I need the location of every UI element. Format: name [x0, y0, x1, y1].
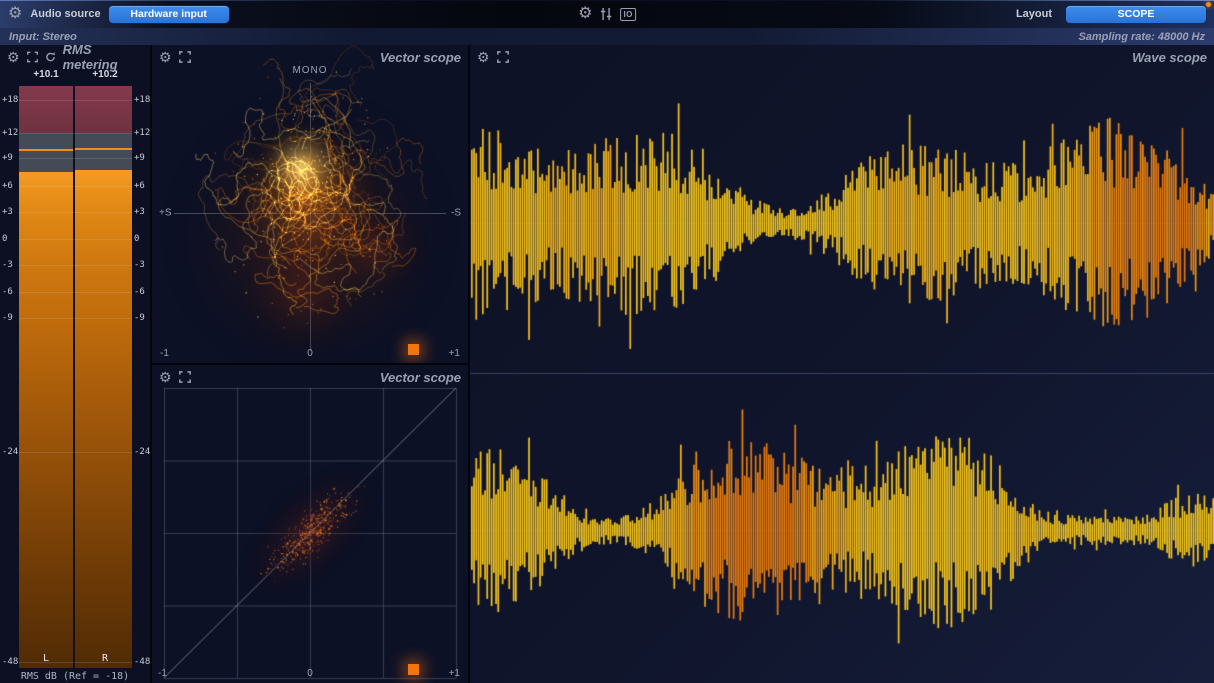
rms-settings-gear-icon[interactable]: ⚙ [7, 50, 20, 64]
rms-tick-left: -48 [2, 657, 18, 667]
rms-bar-left [19, 86, 73, 668]
rms-gray-zone [19, 133, 73, 172]
minus-s-axis-label: -S [451, 208, 461, 219]
vector-scope-polar-panel: ⚙ Vector scope MONO +S -S -1 0 +1 [152, 45, 468, 363]
rms-fullscreen-icon[interactable] [27, 51, 38, 63]
vector-polar-fullscreen-icon[interactable] [179, 51, 191, 63]
rms-fill-right [75, 170, 132, 668]
rms-tick-right: -24 [134, 447, 150, 457]
wave-display [470, 45, 1214, 683]
audio-source-label: Audio source [30, 8, 100, 20]
vector-polar-freeze-toggle[interactable] [408, 344, 419, 355]
rms-gray-zone [75, 133, 132, 170]
input-status-label: Input: Stereo [9, 31, 77, 43]
rms-gridline [19, 239, 132, 240]
rms-tick-left: +9 [2, 153, 13, 163]
rms-tick-left: -24 [2, 447, 18, 457]
x-axis-zero: 0 [152, 348, 468, 359]
io-routing-icon[interactable]: IO [620, 8, 635, 21]
sampling-rate-label: Sampling rate: 48000 Hz [1078, 31, 1205, 43]
rms-tick-right: +6 [134, 181, 145, 191]
rms-red-zone [19, 86, 73, 133]
rms-panel-title: RMS metering [63, 45, 143, 72]
vector-polar-header: ⚙ Vector scope [152, 45, 468, 69]
vector-lissajous-fullscreen-icon[interactable] [179, 371, 191, 383]
toolbar-right-group: Layout SCOPE [1016, 6, 1214, 23]
rms-tick-left: +3 [2, 207, 13, 217]
plus-s-axis-label: +S [159, 208, 172, 219]
vector-lissajous-header: ⚙ Vector scope [152, 365, 468, 389]
wave-panel-header: ⚙ Wave scope [470, 45, 1214, 69]
rms-tick-right: -6 [134, 287, 145, 297]
audio-source-settings-gear-icon[interactable]: ⚙ [8, 6, 22, 22]
layout-label: Layout [1016, 8, 1052, 20]
vector-lissajous-title: Vector scope [380, 370, 461, 385]
rms-peak-hold-right [75, 148, 132, 150]
toolbar-left-group: ⚙ Audio source Hardware input [0, 6, 229, 23]
rms-fill-left [19, 172, 73, 668]
rms-gridline [19, 100, 132, 101]
rms-gridline [19, 292, 132, 293]
x-axis-plus-one: +1 [449, 668, 460, 679]
vector-scope-lissajous-panel: ⚙ Vector scope -1 0 +1 [152, 365, 468, 683]
notification-dot [1206, 2, 1211, 7]
rms-tick-left: 0 [2, 234, 7, 244]
rms-tick-left: -9 [2, 313, 13, 323]
wave-scope-panel: ⚙ Wave scope [470, 45, 1214, 683]
rms-channel-label-right: R [78, 653, 132, 664]
mixer-sliders-icon[interactable] [599, 7, 613, 21]
vector-polar-display [152, 45, 468, 363]
rms-tick-left: -3 [2, 260, 13, 270]
rms-peak-hold-left [19, 149, 73, 151]
rms-gridline [19, 452, 132, 453]
rms-gridline [19, 133, 132, 134]
rms-metering-panel: ⚙ RMS metering +10.1 +10.2 [0, 45, 150, 683]
rms-tick-right: -48 [134, 657, 150, 667]
toolbar-center-group: ⚙ IO [578, 0, 636, 28]
status-subbar: Input: Stereo Sampling rate: 48000 Hz [0, 28, 1214, 45]
vector-lissajous-settings-gear-icon[interactable]: ⚙ [159, 370, 172, 384]
scope-layout-button[interactable]: SCOPE [1066, 6, 1206, 23]
top-toolbar: ⚙ Audio source Hardware input ⚙ IO Layou… [0, 0, 1214, 28]
rms-tick-left: +6 [2, 181, 13, 191]
rms-caption: RMS dB (Ref = -18) [0, 671, 150, 682]
rms-gridline [19, 186, 132, 187]
vector-polar-settings-gear-icon[interactable]: ⚙ [159, 50, 172, 64]
rms-tick-right: -3 [134, 260, 145, 270]
rms-tick-left: +18 [2, 95, 18, 105]
rms-tick-left: -6 [2, 287, 13, 297]
vector-lissajous-display [152, 365, 468, 683]
wave-settings-gear-icon[interactable]: ⚙ [477, 50, 490, 64]
vector-polar-title: Vector scope [380, 50, 461, 65]
rms-tick-right: +18 [134, 95, 150, 105]
x-axis-zero: 0 [152, 668, 468, 679]
rms-reset-icon[interactable] [45, 51, 56, 63]
rms-gridline [19, 158, 132, 159]
rms-tick-right: +12 [134, 128, 150, 138]
app-window: ⚙ Audio source Hardware input ⚙ IO Layou… [0, 0, 1214, 683]
rms-gridline [19, 265, 132, 266]
rms-gridline [19, 318, 132, 319]
rms-gridline [19, 212, 132, 213]
rms-bar-right [75, 86, 132, 668]
rms-red-zone [75, 86, 132, 133]
hardware-input-button[interactable]: Hardware input [109, 6, 229, 23]
x-axis-plus-one: +1 [449, 348, 460, 359]
settings-gear-icon[interactable]: ⚙ [578, 6, 592, 22]
rms-tick-right: +3 [134, 207, 145, 217]
rms-tick-right: 0 [134, 234, 139, 244]
vector-lissajous-freeze-toggle[interactable] [408, 664, 419, 675]
main-grid: ⚙ RMS metering +10.1 +10.2 [0, 45, 1214, 683]
rms-panel-header: ⚙ RMS metering [0, 45, 150, 69]
rms-tick-right: +9 [134, 153, 145, 163]
wave-panel-title: Wave scope [1132, 50, 1207, 65]
rms-tick-left: +12 [2, 128, 18, 138]
rms-channel-label-left: L [19, 653, 73, 664]
wave-fullscreen-icon[interactable] [497, 51, 509, 63]
rms-tick-right: -9 [134, 313, 145, 323]
